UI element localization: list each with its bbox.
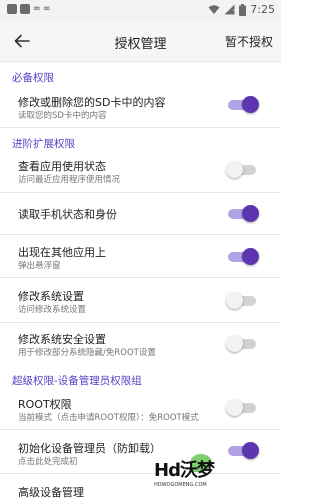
permission-subtitle-secure-settings: 用于修改部分系统隐藏/免ROOT设置 <box>18 348 156 358</box>
status-bar-notifications: ∞ ∞ <box>7 4 51 14</box>
permission-title-usage-stats[interactable]: 查看应用使用状态 <box>18 158 106 174</box>
toggle-root[interactable] <box>226 398 260 418</box>
divider <box>0 429 281 430</box>
app-square-icon <box>7 4 17 14</box>
divider <box>0 234 281 235</box>
status-bar: ∞ ∞ 7:25 <box>0 0 281 22</box>
skip-authorization-button[interactable]: 暂不授权 <box>225 33 273 50</box>
app-square-icon <box>20 4 30 14</box>
permission-title-phone-state[interactable]: 读取手机状态和身份 <box>18 206 117 222</box>
section-header-super: 超级权限-设备管理员权限组 <box>12 375 142 387</box>
divider <box>0 473 281 474</box>
divider <box>0 277 281 278</box>
watermark-text: Hd沃梦 <box>154 460 215 481</box>
toggle-write-settings[interactable] <box>226 291 260 311</box>
app-bar: 授权管理 暂不授权 <box>0 22 281 62</box>
permission-title-write-settings[interactable]: 修改系统设置 <box>18 288 84 304</box>
toggle-usage-stats[interactable] <box>226 160 260 180</box>
permission-subtitle-sd-write: 读取您的SD卡中的内容 <box>18 111 107 121</box>
signal-icon <box>224 4 235 15</box>
divider <box>0 127 281 128</box>
battery-icon <box>239 3 247 16</box>
divider <box>0 192 281 193</box>
permission-subtitle-device-admin: 点击此处完成初 <box>18 457 78 467</box>
divider <box>0 322 281 323</box>
toggle-secure-settings[interactable] <box>226 334 260 354</box>
toggle-overlay[interactable] <box>226 247 260 267</box>
permission-subtitle-overlay: 弹出悬浮窗 <box>18 261 61 271</box>
permission-title-root[interactable]: ROOT权限 <box>18 396 72 412</box>
watermark-logo: Hd沃梦 HDWOGOMENG.COM <box>150 454 216 496</box>
permission-title-advanced-device-admin[interactable]: 高级设备管理 <box>18 484 84 500</box>
permission-title-device-admin[interactable]: 初始化设备管理员（防卸载） <box>18 440 161 456</box>
section-header-advanced: 进阶扩展权限 <box>12 138 75 150</box>
permission-subtitle-usage-stats: 访问最近应用程序使用情况 <box>18 175 121 185</box>
section-header-required: 必备权限 <box>12 72 54 84</box>
toggle-sd-write[interactable] <box>226 95 260 115</box>
permission-title-secure-settings[interactable]: 修改系统安全设置 <box>18 331 106 347</box>
permission-subtitle-write-settings: 访问修改系统设置 <box>18 305 87 315</box>
status-bar-system: 7:25 <box>208 3 275 16</box>
permission-title-overlay[interactable]: 出现在其他应用上 <box>18 244 106 260</box>
toggle-phone-state[interactable] <box>226 204 260 224</box>
permission-title-sd-write[interactable]: 修改或删除您的SD卡中的内容 <box>18 94 165 110</box>
wifi-icon <box>208 5 220 14</box>
permission-subtitle-root: 当前模式（点击申请ROOT权限）：免ROOT模式 <box>18 413 199 423</box>
watermark-subtext: HDWOGOMENG.COM <box>154 482 207 488</box>
status-time: 7:25 <box>250 3 275 16</box>
link-icon: ∞ <box>33 4 41 14</box>
link-icon: ∞ <box>43 4 51 14</box>
toggle-device-admin[interactable] <box>226 441 260 461</box>
